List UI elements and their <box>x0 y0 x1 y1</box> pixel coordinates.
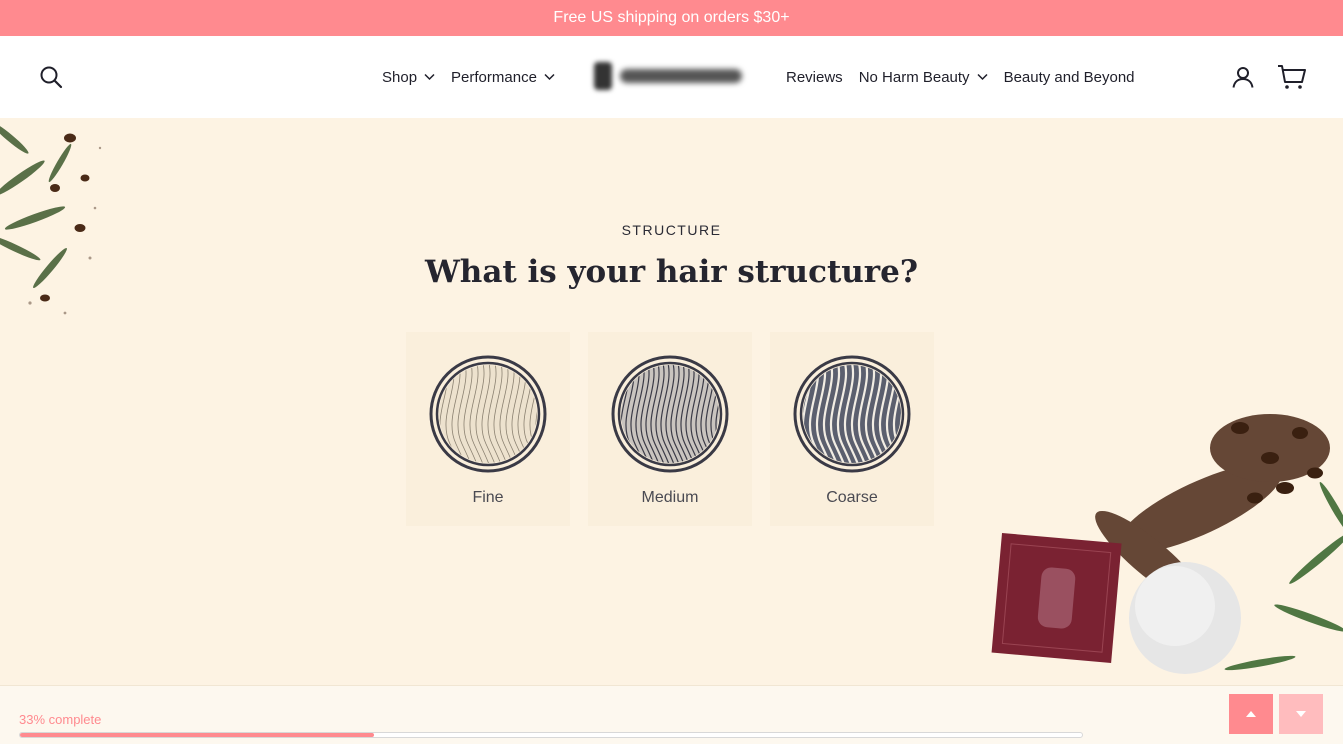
coarse-hair-icon <box>793 355 911 473</box>
option-fine-label: Fine <box>472 489 504 506</box>
quiz-hero: STRUCTURE What is your hair structure? F… <box>0 118 1343 685</box>
hair-strand <box>610 354 611 474</box>
medium-hair-swatch <box>621 365 719 463</box>
account-icon[interactable] <box>1230 63 1256 91</box>
option-coarse[interactable]: Coarse <box>770 332 934 526</box>
chevron-down-icon <box>424 73 435 81</box>
announcement-bar: Free US shipping on orders $30+ <box>0 0 1343 36</box>
option-coarse-label: Coarse <box>826 489 878 506</box>
option-medium[interactable]: Medium <box>588 332 752 526</box>
nav-shop[interactable]: Shop <box>382 69 435 86</box>
chevron-down-icon <box>544 73 555 81</box>
quiz-step-eyebrow: STRUCTURE <box>621 222 722 238</box>
nav-performance[interactable]: Performance <box>451 69 555 86</box>
decor-products-bottom-right <box>991 414 1343 674</box>
progress-fill <box>20 733 374 737</box>
quiz-progress-bar: 33% complete <box>0 685 1343 744</box>
search-icon[interactable] <box>38 63 64 91</box>
hair-strand <box>721 354 730 474</box>
next-question-button[interactable] <box>1279 694 1323 734</box>
previous-question-button[interactable] <box>1229 694 1273 734</box>
medium-hair-icon <box>610 354 730 474</box>
brand-logo-wordmark <box>620 69 742 83</box>
chevron-down-icon <box>977 73 988 81</box>
option-medium-label: Medium <box>641 489 699 506</box>
brand-logo-mark <box>594 62 612 90</box>
announcement-text: Free US shipping on orders $30+ <box>553 9 790 26</box>
nav-no-harm-beauty-label: No Harm Beauty <box>858 68 970 86</box>
site-header: Shop Performance Reviews No Harm Beauty … <box>0 36 1343 118</box>
cart-icon[interactable] <box>1276 63 1308 91</box>
nav-beauty-and-beyond[interactable]: Beauty and Beyond <box>1004 69 1135 86</box>
main-nav-left: Shop Performance <box>382 36 571 118</box>
option-fine[interactable]: Fine <box>406 332 570 526</box>
nav-performance-label: Performance <box>451 68 537 86</box>
nav-reviews[interactable]: Reviews <box>786 69 843 86</box>
nav-reviews-label: Reviews <box>786 68 843 86</box>
quiz-question: What is your hair structure? <box>424 254 919 290</box>
caret-down-icon <box>1296 711 1306 717</box>
nav-shop-label: Shop <box>382 68 418 86</box>
caret-up-icon <box>1246 711 1256 717</box>
progress-label: 33% complete <box>19 712 102 727</box>
nav-no-harm-beauty[interactable]: No Harm Beauty <box>859 69 988 86</box>
fine-hair-icon <box>429 355 547 473</box>
progress-track <box>19 732 1083 738</box>
nav-beauty-and-beyond-label: Beauty and Beyond <box>1003 68 1135 86</box>
brand-logo[interactable] <box>594 60 750 92</box>
main-nav-right: Reviews No Harm Beauty Beauty and Beyond <box>786 36 1151 118</box>
